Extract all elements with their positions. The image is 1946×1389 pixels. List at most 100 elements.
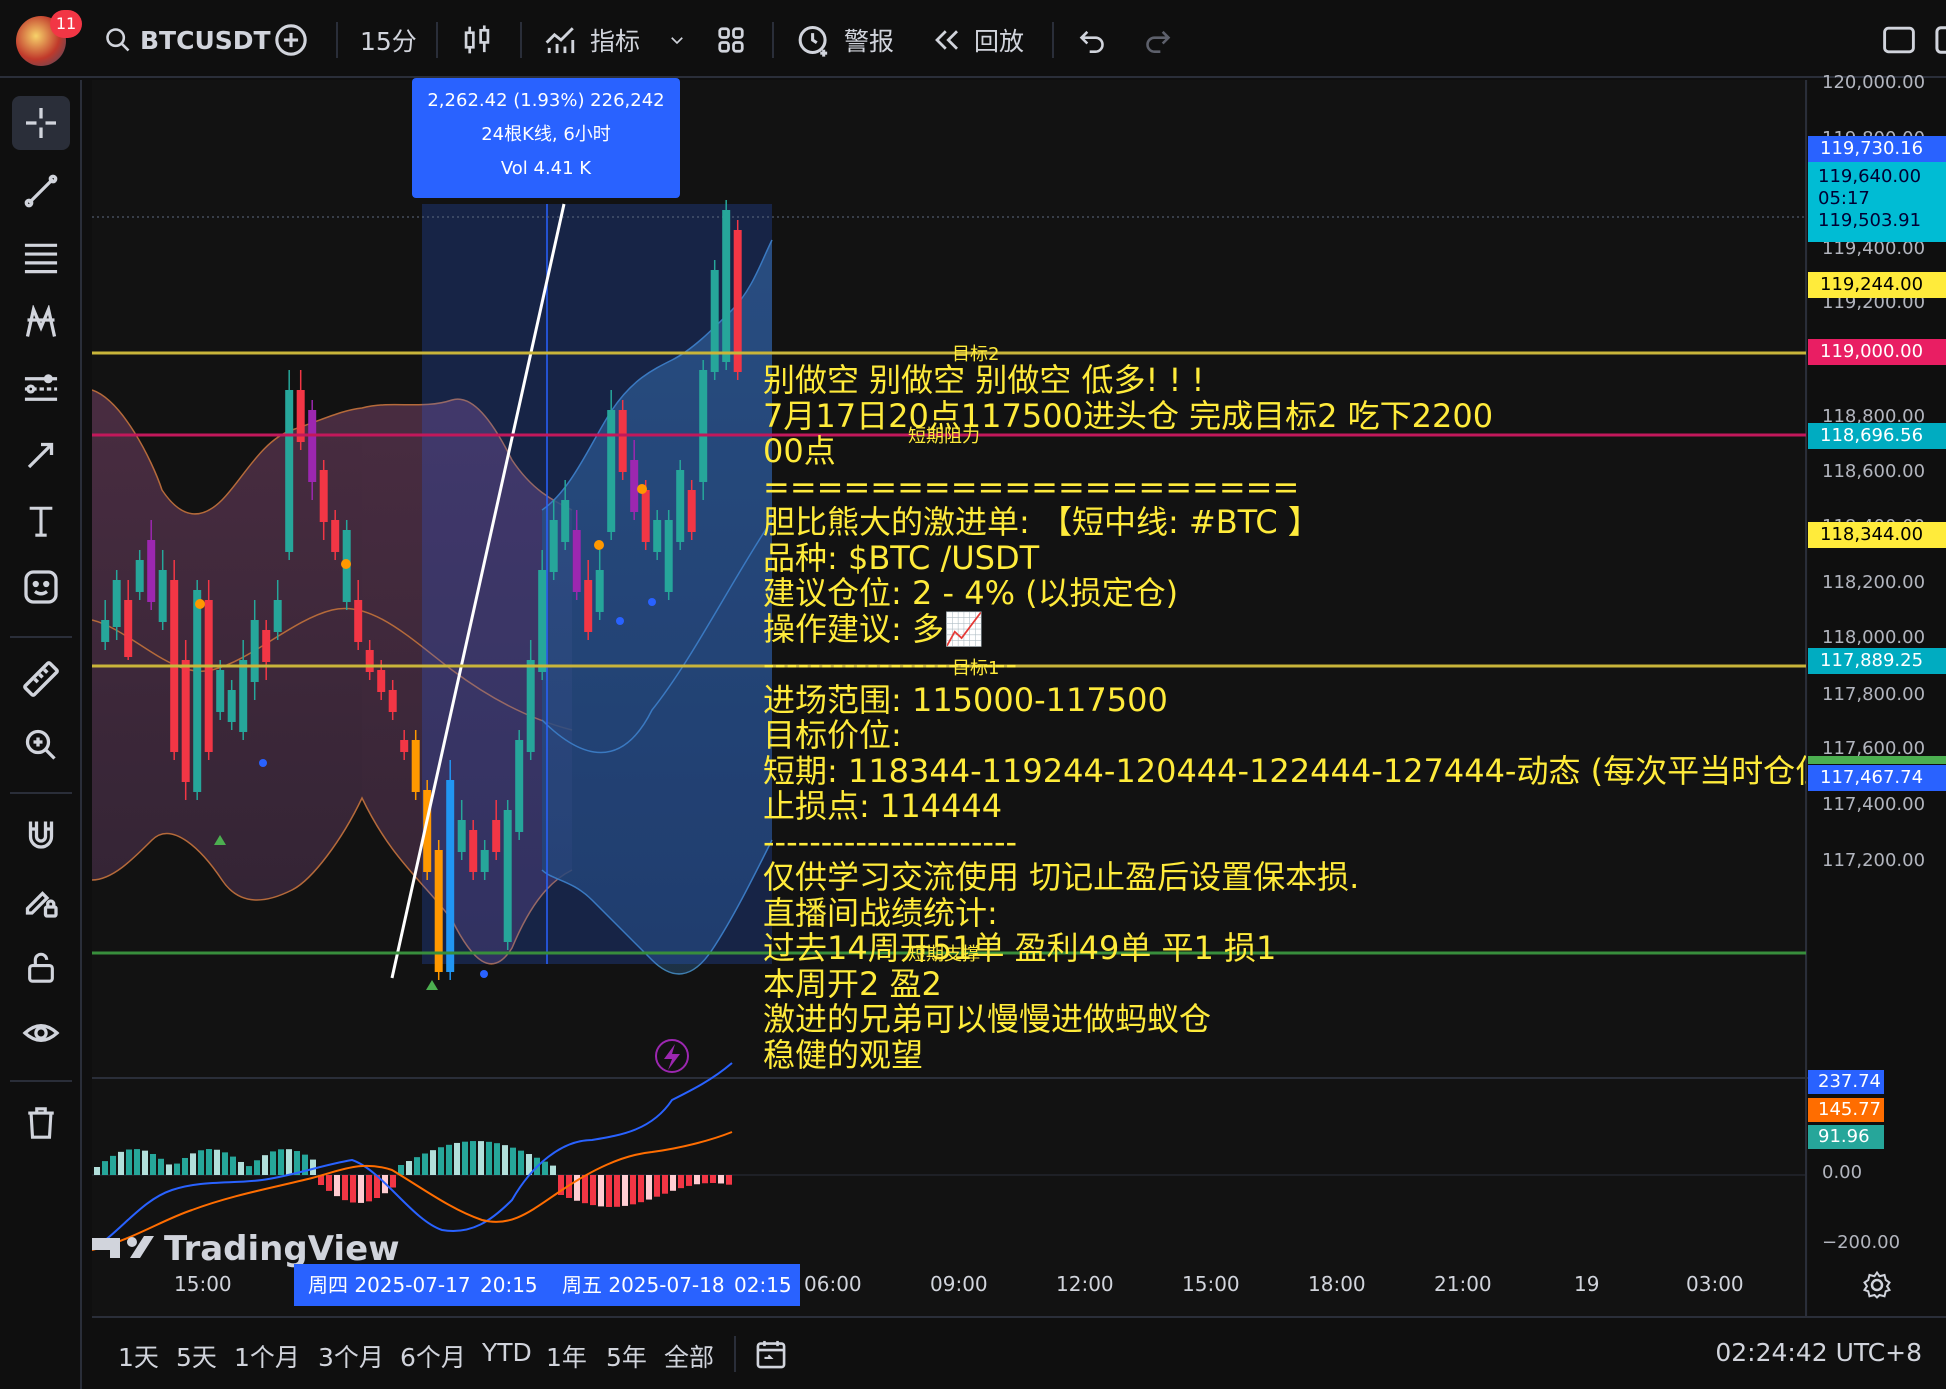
- macd-bar: [686, 1175, 692, 1186]
- range-1y[interactable]: 1年: [546, 1338, 587, 1374]
- drawing-toolbar: [0, 80, 82, 1389]
- window-icon: [1883, 26, 1915, 54]
- price-tag-ask: 119,503.91: [1818, 210, 1922, 231]
- macd-bar: [494, 1143, 500, 1175]
- candle-body: [216, 670, 225, 712]
- symbol-search[interactable]: BTCUSDT: [104, 20, 271, 60]
- macd-bar: [206, 1149, 212, 1175]
- crosshair-tool[interactable]: [12, 96, 70, 150]
- time-tick: 15:00: [1182, 1272, 1240, 1296]
- macd-bar: [326, 1175, 332, 1191]
- calendar-icon[interactable]: [754, 1338, 788, 1370]
- emoji-tool[interactable]: [12, 560, 70, 614]
- chart-type-button[interactable]: [462, 20, 492, 60]
- range-left-time: 20:15: [480, 1273, 538, 1297]
- clock-timezone[interactable]: 02:24:42 UTC+8: [1715, 1338, 1922, 1367]
- range-ytd[interactable]: YTD: [482, 1338, 532, 1367]
- macd-bar: [718, 1175, 724, 1184]
- price-tick: 117,400.00: [1822, 794, 1926, 815]
- settings-icon[interactable]: [1862, 1270, 1892, 1300]
- redo-button[interactable]: [1144, 20, 1172, 60]
- time-tick: 12:00: [1056, 1272, 1114, 1296]
- signal-dot: [480, 970, 488, 978]
- macd-bar: [694, 1175, 700, 1185]
- indicators-dropdown[interactable]: [668, 20, 686, 60]
- candle-body: [607, 410, 616, 532]
- candle-body: [549, 520, 558, 572]
- lock-drawing-tool[interactable]: [12, 874, 70, 928]
- macd-bar: [702, 1175, 708, 1184]
- compare-button[interactable]: [274, 20, 308, 60]
- alert-button[interactable]: 警报: [796, 20, 894, 60]
- range-right-time: 02:15: [734, 1273, 792, 1297]
- brush-tool[interactable]: [12, 428, 70, 482]
- trend-line-tool[interactable]: [12, 164, 70, 218]
- layout-button[interactable]: [716, 20, 746, 60]
- fib-tool[interactable]: [12, 230, 70, 284]
- range-3m[interactable]: 3个月: [318, 1338, 384, 1374]
- text-tool[interactable]: [12, 494, 70, 548]
- price-tag-resistance: 119,000.00: [1808, 339, 1946, 365]
- candle-body: [722, 210, 731, 362]
- candle-body: [733, 230, 742, 372]
- undo-button[interactable]: [1078, 20, 1106, 60]
- time-tick: 03:00: [1686, 1272, 1744, 1296]
- price-tick: 118,000.00: [1822, 627, 1926, 648]
- range-1d[interactable]: 1天: [118, 1338, 159, 1374]
- price-axis[interactable]: 120,000.00119,800.00119,400.00119,200.00…: [1808, 72, 1946, 1316]
- note-line: 品种: $BTC /USDT: [763, 538, 1040, 577]
- candle-body: [457, 820, 466, 852]
- macd-bar: [278, 1149, 284, 1175]
- price-tag-current: 119,730.16: [1808, 136, 1946, 162]
- range-5d[interactable]: 5天: [176, 1338, 217, 1374]
- macd-tick: 0.00: [1822, 1162, 1863, 1183]
- measure-line3: Vol 4.41 K: [500, 158, 592, 179]
- candle-body: [699, 370, 708, 482]
- candle-body: [193, 590, 202, 792]
- pattern-tool[interactable]: [12, 296, 70, 350]
- range-all[interactable]: 全部: [664, 1338, 714, 1374]
- macd-bar: [134, 1149, 140, 1175]
- hide-tool[interactable]: [12, 1006, 70, 1060]
- macd-bar: [446, 1144, 452, 1175]
- indicators-button[interactable]: 指标: [544, 20, 640, 60]
- candle-body: [584, 580, 593, 632]
- range-5y[interactable]: 5年: [606, 1338, 647, 1374]
- candle-body: [101, 620, 110, 642]
- interval-button[interactable]: 15分: [360, 20, 417, 60]
- range-6m[interactable]: 6个月: [400, 1338, 466, 1374]
- chart-area[interactable]: 目标2 短期阻力 目标1 短期支撑 TradingView 2,262.42 (…: [91, 72, 1946, 1389]
- replay-button[interactable]: 回放: [932, 20, 1024, 60]
- candle-body: [710, 270, 719, 372]
- candle-body: [181, 660, 190, 782]
- delete-tool[interactable]: [12, 1096, 70, 1150]
- candle-body: [411, 740, 420, 792]
- macd-bar: [542, 1161, 548, 1175]
- candle-body: [515, 740, 524, 832]
- macd-bar: [726, 1175, 732, 1185]
- price-tag-p2: 117,889.25: [1808, 648, 1946, 674]
- magnet-tool[interactable]: [12, 808, 70, 862]
- bottom-toolbar: 1天 5天 1个月 3个月 6个月 YTD 1年 5年 全部 02:24:42 …: [92, 1316, 1946, 1389]
- time-axis-strip[interactable]: 15:00 周四 2025-07-17 20:15 周五 2025-07-18 …: [92, 1262, 1946, 1314]
- candle-body: [285, 390, 294, 552]
- macd-bar: [646, 1175, 652, 1200]
- ruler-tool[interactable]: [12, 652, 70, 706]
- candle-body: [377, 670, 386, 692]
- range-right-date: 周五 2025-07-18: [562, 1273, 725, 1297]
- notification-badge: 11: [50, 10, 82, 38]
- more-button[interactable]: [1934, 20, 1946, 60]
- lock-all-tool[interactable]: [12, 940, 70, 994]
- macd-bar: [174, 1163, 180, 1175]
- signal-dot: [594, 540, 604, 550]
- zoom-tool[interactable]: [12, 718, 70, 772]
- trade-note[interactable]: 别做空 别做空 别做空 低多! ! ! 7月17日20点117500进头仓 完成目…: [763, 363, 1806, 1151]
- note-line: 操作建议: 多📈: [763, 609, 984, 648]
- fullscreen-button[interactable]: [1882, 20, 1916, 60]
- range-1m[interactable]: 1个月: [234, 1338, 300, 1374]
- forecast-icon: [24, 374, 58, 401]
- forecast-tool[interactable]: [12, 362, 70, 416]
- price-tick: 117,800.00: [1822, 684, 1926, 705]
- signal-dot: [648, 598, 656, 606]
- candle-body: [618, 410, 627, 472]
